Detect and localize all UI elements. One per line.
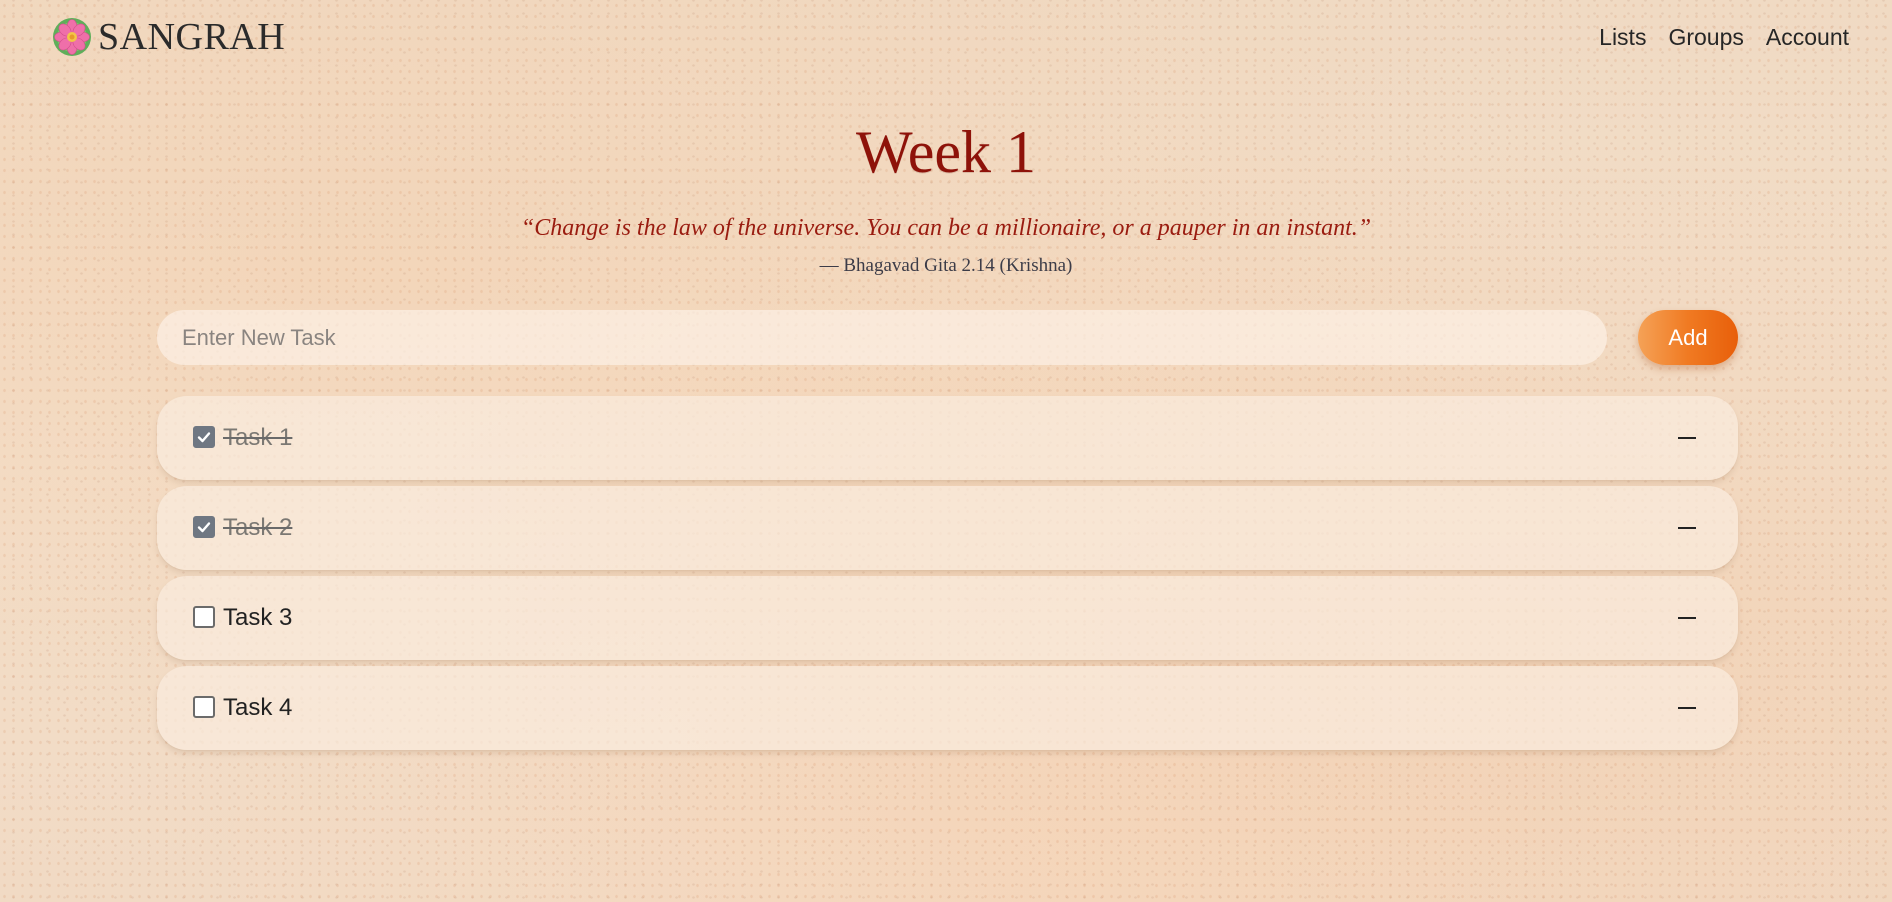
nav-link-account[interactable]: Account [1766,22,1849,52]
task-list: Task 1 Task 2 Task 3 Task 4 [157,396,1738,756]
task-item: Task 3 [157,576,1738,660]
minus-icon [1678,707,1696,709]
task-label: Task 1 [223,424,293,451]
task-label: Task 4 [223,694,293,721]
main-nav: Lists Groups Account [1599,22,1849,52]
nav-link-lists[interactable]: Lists [1599,22,1646,52]
quote-text: “Change is the law of the universe. You … [520,215,1372,241]
brand-name: SANGRAH [98,16,286,58]
minus-icon [1678,617,1696,619]
nav-link-groups[interactable]: Groups [1668,22,1743,52]
task-checkbox[interactable] [193,696,215,718]
add-task-button[interactable]: Add [1638,310,1738,365]
checkmark-icon [197,432,211,443]
top-navigation-bar: SANGRAH Lists Groups Account [0,0,1892,76]
page-title: Week 1 [855,119,1037,185]
remove-task-button[interactable] [1674,694,1702,722]
task-checkbox[interactable] [193,516,215,538]
task-item: Task 4 [157,666,1738,750]
task-label: Task 2 [223,514,293,541]
quote-attribution: — Bhagavad Gita 2.14 (Krishna) [819,255,1073,276]
remove-task-button[interactable] [1674,604,1702,632]
checkmark-icon [197,522,211,533]
remove-task-button[interactable] [1674,424,1702,452]
task-item: Task 1 [157,396,1738,480]
remove-task-button[interactable] [1674,514,1702,542]
new-task-input[interactable] [157,310,1607,365]
task-label: Task 3 [223,604,293,631]
minus-icon [1678,527,1696,529]
lotus-flower-icon [53,18,91,56]
task-checkbox[interactable] [193,426,215,448]
task-checkbox[interactable] [193,606,215,628]
task-item: Task 2 [157,486,1738,570]
brand[interactable]: SANGRAH [52,16,285,58]
minus-icon [1678,437,1696,439]
